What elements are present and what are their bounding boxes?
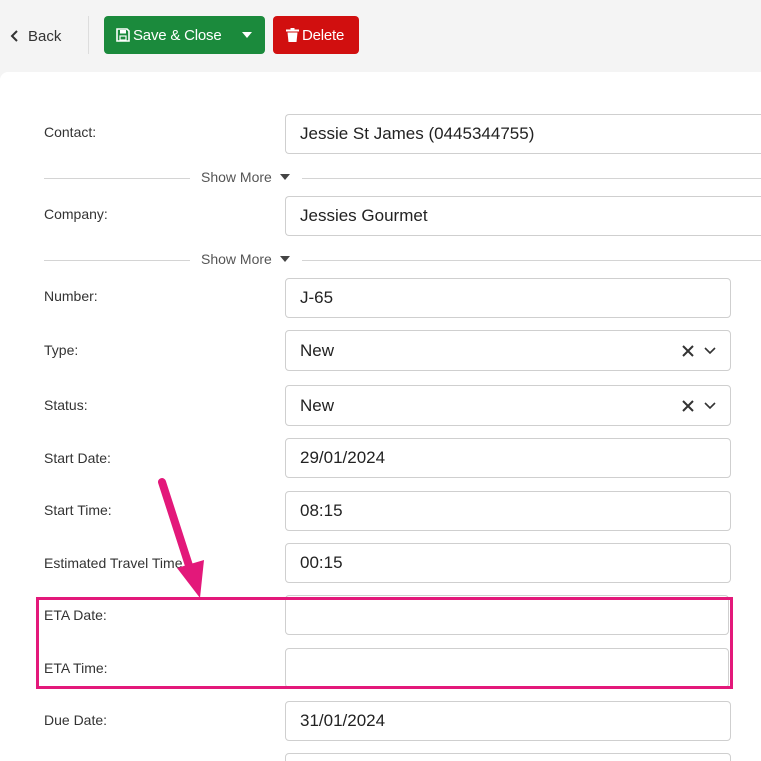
- number-field[interactable]: J-65: [285, 278, 731, 318]
- caret-down-icon: [279, 256, 290, 262]
- show-more-company[interactable]: Show More: [201, 251, 290, 267]
- start-time-label: Start Time:: [44, 502, 112, 518]
- delete-button[interactable]: Delete: [273, 16, 359, 54]
- save-button-group: Save & Close: [104, 16, 265, 54]
- x-icon[interactable]: [682, 399, 694, 412]
- contact-field[interactable]: Jessie St James (0445344755): [285, 114, 761, 154]
- company-value: Jessies Gourmet: [300, 206, 428, 225]
- show-more-label: Show More: [201, 169, 272, 185]
- type-select[interactable]: New: [285, 330, 731, 371]
- start-date-value: 29/01/2024: [300, 448, 386, 467]
- type-value: New: [300, 340, 335, 360]
- number-value: J-65: [300, 288, 334, 307]
- divider-line: [302, 260, 761, 261]
- show-more-contact[interactable]: Show More: [201, 169, 290, 185]
- save-close-button[interactable]: Save & Close: [104, 16, 228, 54]
- chevron-down-icon[interactable]: [704, 401, 716, 410]
- divider-line: [44, 260, 190, 261]
- company-field[interactable]: Jessies Gourmet: [285, 196, 761, 236]
- contact-label: Contact:: [44, 124, 97, 140]
- caret-down-icon: [279, 174, 290, 180]
- contact-value: Jessie St James (0445344755): [300, 124, 535, 143]
- delete-label: Delete: [302, 26, 345, 44]
- save-options-dropdown[interactable]: [228, 16, 265, 54]
- number-label: Number:: [44, 288, 98, 304]
- start-time-value: 08:15: [300, 501, 343, 520]
- start-time-field[interactable]: 08:15: [285, 491, 731, 531]
- save-close-label: Save & Close: [133, 26, 222, 44]
- divider-line: [44, 178, 190, 179]
- start-date-label: Start Date:: [44, 450, 111, 466]
- annotation-arrow-icon: [158, 478, 204, 598]
- start-date-field[interactable]: 29/01/2024: [285, 438, 731, 478]
- x-icon[interactable]: [682, 344, 694, 357]
- annotation-highlight-box: [36, 597, 733, 689]
- due-date-value: 31/01/2024: [300, 711, 386, 730]
- status-value: New: [300, 395, 335, 415]
- next-field[interactable]: [285, 753, 731, 761]
- due-date-field[interactable]: 31/01/2024: [285, 701, 731, 741]
- back-label: Back: [28, 27, 62, 45]
- floppy-disk-icon: [116, 28, 130, 42]
- type-label: Type:: [44, 342, 79, 358]
- status-label: Status:: [44, 397, 88, 413]
- company-label: Company:: [44, 206, 108, 222]
- travel-time-field[interactable]: 00:15: [285, 543, 731, 583]
- divider-line: [302, 178, 761, 179]
- toolbar: Back Save & Close Delete: [0, 0, 761, 72]
- toolbar-divider: [88, 16, 89, 54]
- back-button[interactable]: Back: [10, 24, 61, 48]
- chevron-down-icon[interactable]: [704, 346, 716, 355]
- travel-time-value: 00:15: [300, 553, 343, 572]
- status-select[interactable]: New: [285, 385, 731, 426]
- show-more-label: Show More: [201, 251, 272, 267]
- trash-icon: [286, 28, 299, 42]
- due-date-label: Due Date:: [44, 712, 108, 728]
- chevron-left-icon: [10, 30, 18, 42]
- caret-down-icon: [241, 32, 252, 38]
